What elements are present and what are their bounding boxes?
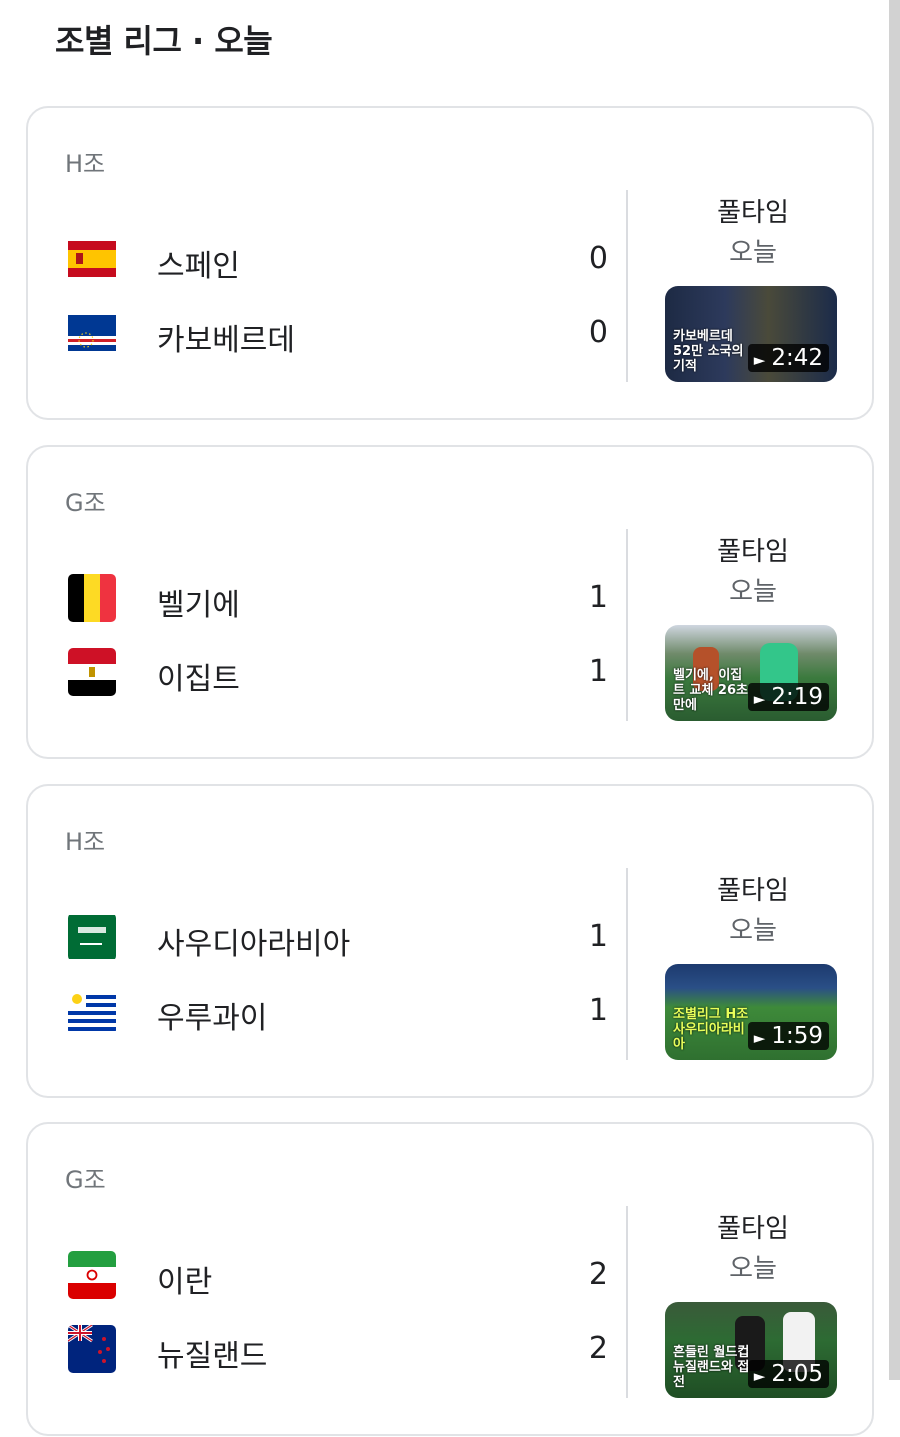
team-name: 우루과이 xyxy=(157,1001,268,1036)
spain-flag-icon xyxy=(68,235,116,283)
match-day: 오늘 xyxy=(729,577,777,607)
divider xyxy=(626,868,628,1060)
group-label: H조 xyxy=(65,150,106,178)
match-card[interactable]: H조 스페인 0 카보베르데 0 풀타임 오늘 카보베르데 52만 소국의 기적… xyxy=(26,106,874,420)
team-row-home: 사우디아라비아 1 xyxy=(68,913,608,962)
thumbnail-caption: 조별리그 H조 사우디아라비아 xyxy=(673,1007,749,1052)
group-label: H조 xyxy=(65,828,106,856)
scrollbar[interactable] xyxy=(889,0,900,1380)
thumbnail-caption: 카보베르데 52만 소국의 기적 xyxy=(673,329,744,374)
cape-verde-flag-icon xyxy=(68,309,116,357)
match-status: 풀타임 xyxy=(717,876,789,906)
team-score: 1 xyxy=(588,580,608,615)
team-name: 카보베르데 xyxy=(157,323,295,358)
video-thumbnail[interactable]: 조별리그 H조 사우디아라비아 ► 1:59 xyxy=(665,964,837,1060)
thumbnail-caption: 벨기에, 이집트 교체 26초 만에 xyxy=(673,668,748,713)
team-row-home: 이란 2 xyxy=(68,1251,608,1300)
video-thumbnail[interactable]: 카보베르데 52만 소국의 기적 ► 2:42 xyxy=(665,286,837,382)
team-score: 0 xyxy=(588,315,608,350)
team-name: 사우디아라비아 xyxy=(157,927,351,962)
iran-flag-icon xyxy=(68,1251,116,1299)
team-name: 뉴질랜드 xyxy=(157,1339,268,1374)
new-zealand-flag-icon xyxy=(68,1325,116,1373)
team-score: 2 xyxy=(588,1257,608,1292)
group-label: G조 xyxy=(65,1166,106,1194)
play-icon: ► xyxy=(753,1029,766,1047)
video-duration: ► 2:05 xyxy=(747,1360,829,1388)
match-status: 풀타임 xyxy=(717,198,789,228)
egypt-flag-icon xyxy=(68,648,116,696)
match-day: 오늘 xyxy=(729,916,777,946)
team-row-away: 이집트 1 xyxy=(68,648,608,697)
team-name: 스페인 xyxy=(157,249,240,284)
divider xyxy=(626,190,628,382)
match-status: 풀타임 xyxy=(717,1214,789,1244)
team-score: 1 xyxy=(588,993,608,1028)
video-duration: ► 2:19 xyxy=(747,683,829,711)
team-row-away: 우루과이 1 xyxy=(68,987,608,1036)
team-score: 2 xyxy=(588,1331,608,1366)
divider xyxy=(626,1206,628,1398)
team-row-away: 카보베르데 0 xyxy=(68,309,608,358)
section-title: 조별 리그 · 오늘 xyxy=(55,22,273,60)
play-icon: ► xyxy=(753,690,766,708)
belgium-flag-icon xyxy=(68,574,116,622)
video-duration: ► 1:59 xyxy=(747,1022,829,1050)
match-card[interactable]: H조 사우디아라비아 1 우루과이 1 풀타임 오늘 조별리그 H조 사우디아라… xyxy=(26,784,874,1098)
video-thumbnail[interactable]: 흔들린 월드컵 뉴질랜드와 접전 ► 2:05 xyxy=(665,1302,837,1398)
play-icon: ► xyxy=(753,1367,766,1385)
team-row-away: 뉴질랜드 2 xyxy=(68,1325,608,1374)
uruguay-flag-icon xyxy=(68,987,116,1035)
play-icon: ► xyxy=(753,351,766,369)
team-row-home: 벨기에 1 xyxy=(68,574,608,623)
team-row-home: 스페인 0 xyxy=(68,235,608,284)
team-score: 1 xyxy=(588,654,608,689)
thumbnail-caption: 흔들린 월드컵 뉴질랜드와 접전 xyxy=(673,1345,750,1390)
match-card[interactable]: G조 벨기에 1 이집트 1 풀타임 오늘 벨기에, 이집트 교체 26초 만에… xyxy=(26,445,874,759)
team-score: 1 xyxy=(588,919,608,954)
video-thumbnail[interactable]: 벨기에, 이집트 교체 26초 만에 ► 2:19 xyxy=(665,625,837,721)
team-score: 0 xyxy=(588,241,608,276)
team-name: 이란 xyxy=(157,1265,213,1300)
match-day: 오늘 xyxy=(729,238,777,268)
group-label: G조 xyxy=(65,489,106,517)
divider xyxy=(626,529,628,721)
match-day: 오늘 xyxy=(729,1254,777,1284)
video-duration: ► 2:42 xyxy=(747,344,829,372)
team-name: 벨기에 xyxy=(157,588,240,623)
team-name: 이집트 xyxy=(157,662,240,697)
match-card[interactable]: G조 이란 2 뉴질랜드 2 풀타임 오늘 흔들린 월드컵 뉴질랜드와 접전 ►… xyxy=(26,1122,874,1436)
match-status: 풀타임 xyxy=(717,537,789,567)
saudi-arabia-flag-icon xyxy=(68,913,116,961)
